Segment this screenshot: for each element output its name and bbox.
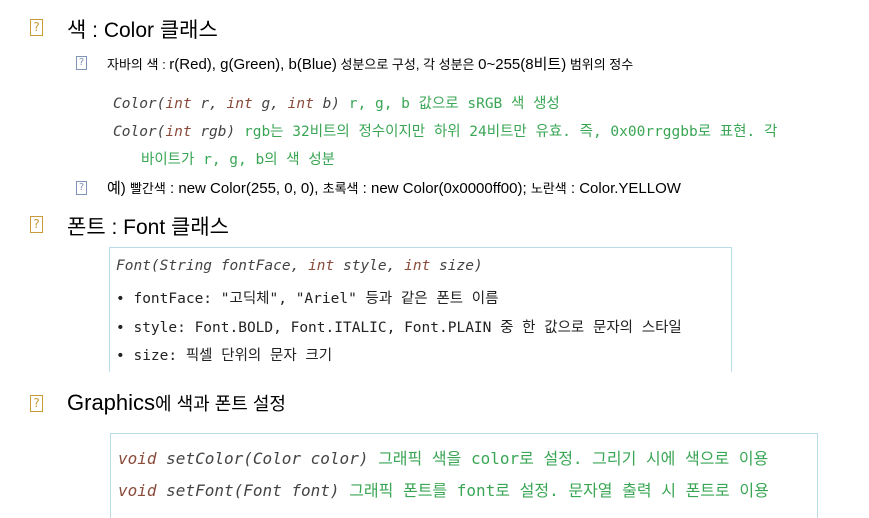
method-set-color: void setColor(Color color) 그래픽 색을 color로…	[118, 449, 769, 468]
bullet-icon: ?	[30, 216, 43, 233]
color-constructor-rgb: Color(int r, int g, int b) r, g, b 값으로 s…	[113, 96, 560, 112]
sub-bullet-icon: ?	[76, 181, 87, 195]
sub-bullet-icon: ?	[76, 56, 87, 70]
color-constructor-int-cont: 바이트가 r, g, b의 색 성분	[141, 152, 336, 168]
font-param-fontface: • fontFace: "고딕체", "Ariel" 등과 같은 폰트 이름	[116, 291, 499, 307]
color-example: 예) 빨간색 : new Color(255, 0, 0), 초록색 : new…	[107, 180, 681, 197]
font-constructor-box: Font(String fontFace, int style, int siz…	[109, 247, 732, 372]
graphics-methods-box: void setColor(Color color) 그래픽 색을 color로…	[110, 433, 818, 518]
method-set-font: void setFont(Font font) 그래픽 폰트를 font로 설정…	[118, 481, 769, 500]
font-param-size: • size: 픽셀 단위의 문자 크기	[116, 348, 333, 364]
font-param-style: • style: Font.BOLD, Font.ITALIC, Font.PL…	[116, 320, 682, 336]
section-graphics-title: Graphics에 색과 폰트 설정	[67, 390, 286, 415]
bullet-icon: ?	[30, 19, 43, 36]
section-color-title: 색 : Color 클래스	[67, 19, 218, 42]
bullet-icon: ?	[30, 395, 43, 412]
color-constructor-int: Color(int rgb) rgb는 32비트의 정수이지만 하위 24비트만…	[113, 124, 778, 140]
section-font-title: 폰트 : Font 클래스	[67, 216, 229, 239]
font-constructor-signature: Font(String fontFace, int style, int siz…	[116, 258, 483, 274]
color-description: 자바의 색 : r(Red), g(Green), b(Blue) 성분으로 구…	[107, 56, 634, 73]
